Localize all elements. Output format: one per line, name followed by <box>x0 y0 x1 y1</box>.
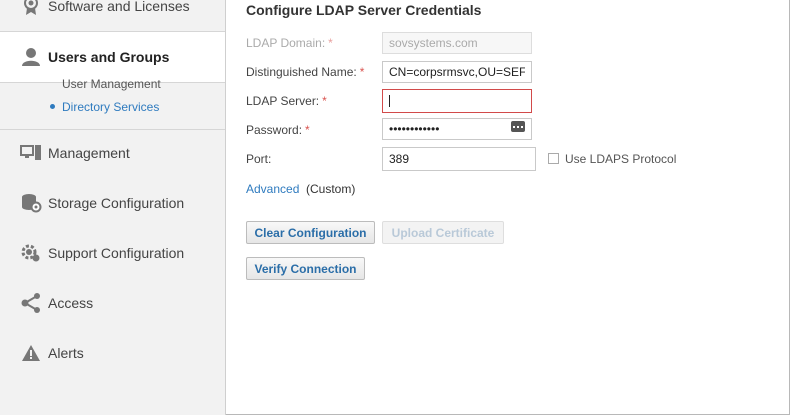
port-field[interactable] <box>382 147 536 171</box>
nav-label: Support Configuration <box>48 245 185 261</box>
share-icon <box>20 292 42 314</box>
subnav-user-management[interactable]: User Management <box>62 77 161 91</box>
text-cursor <box>389 95 390 107</box>
nav-label: Software and Licenses <box>48 0 190 14</box>
nav-storage-configuration[interactable]: Storage Configuration <box>0 178 225 228</box>
nav-label: Users and Groups <box>48 49 170 65</box>
port-label: Port: <box>246 152 272 166</box>
badge-icon <box>20 0 42 17</box>
use-ldaps-label: Use LDAPS Protocol <box>565 152 677 166</box>
verify-connection-button[interactable]: Verify Connection <box>246 257 365 280</box>
password-field[interactable] <box>382 118 532 140</box>
upload-certificate-button[interactable]: Upload Certificate <box>382 221 504 244</box>
sidebar: Software and Licenses Users and Groups U… <box>0 0 226 415</box>
monitor-icon <box>20 142 42 164</box>
nav-users-and-groups[interactable]: Users and Groups <box>0 31 225 83</box>
nav-access[interactable]: Access <box>0 278 225 328</box>
warning-icon <box>20 342 42 364</box>
ldap-domain-field <box>382 32 532 54</box>
nav-label: Access <box>48 295 94 311</box>
ldap-domain-label: LDAP Domain: * <box>246 36 333 50</box>
nav-management[interactable]: Management <box>0 128 225 178</box>
clear-configuration-button[interactable]: Clear Configuration <box>246 221 375 244</box>
nav-alerts[interactable]: Alerts <box>0 328 225 378</box>
ldap-server-label: LDAP Server: * <box>246 94 327 108</box>
support-gear-icon <box>20 242 42 264</box>
nav-label: Storage Configuration <box>48 195 185 211</box>
password-reveal-icon[interactable] <box>511 121 525 132</box>
advanced-state: (Custom) <box>306 182 356 196</box>
page-title: Configure LDAP Server Credentials <box>246 2 482 18</box>
password-label: Password: * <box>246 123 310 137</box>
subnav-directory-services[interactable]: Directory Services <box>62 100 159 114</box>
distinguished-name-field[interactable] <box>382 61 532 83</box>
distinguished-name-label: Distinguished Name: * <box>246 65 365 79</box>
user-icon <box>20 46 42 68</box>
advanced-link[interactable]: Advanced <box>246 182 299 196</box>
nav-software-and-licenses[interactable]: Software and Licenses <box>0 0 225 31</box>
nav-label: Management <box>48 145 130 161</box>
nav-label: Alerts <box>48 345 84 361</box>
nav-support-configuration[interactable]: Support Configuration <box>0 228 225 278</box>
storage-icon <box>20 192 42 214</box>
ldap-server-field[interactable] <box>382 89 532 113</box>
use-ldaps-checkbox[interactable] <box>548 153 559 164</box>
selected-bullet <box>50 104 55 109</box>
